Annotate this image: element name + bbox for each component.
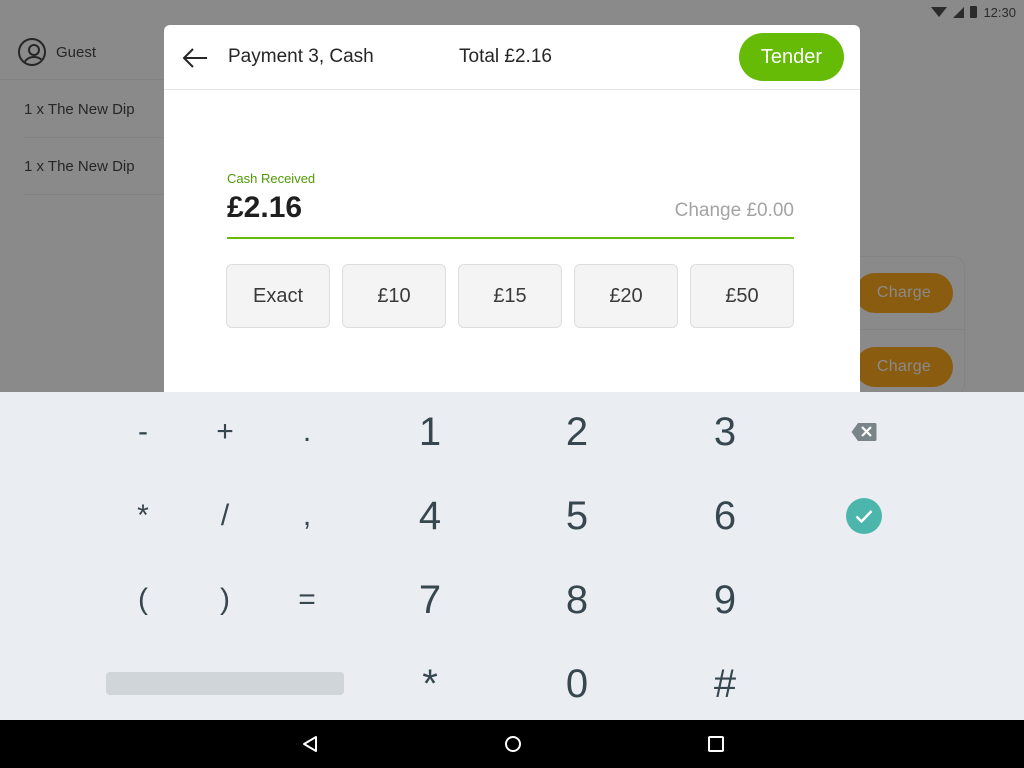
charge-button[interactable]: Charge — [855, 347, 953, 387]
payment-modal: Payment 3, Cash Total £2.16 Tender Cash … — [164, 25, 860, 392]
nav-back-button[interactable] — [298, 732, 322, 756]
key-asterisk[interactable]: * — [108, 481, 178, 551]
key-7[interactable]: 7 — [395, 565, 465, 635]
numeric-keyboard: - + . * / , ( ) = 1 2 3 4 5 6 7 8 9 * 0 … — [0, 392, 1024, 720]
cash-received-input[interactable]: £2.16 — [227, 191, 302, 225]
wifi-icon — [931, 7, 948, 17]
key-2[interactable]: 2 — [542, 397, 612, 467]
charge-button[interactable]: Charge — [855, 273, 953, 313]
nav-home-button[interactable] — [501, 732, 525, 756]
done-key[interactable] — [829, 481, 899, 551]
key-hash[interactable]: # — [690, 649, 760, 719]
check-circle-icon — [846, 498, 882, 534]
space-key[interactable] — [106, 672, 344, 695]
key-close-paren[interactable]: ) — [190, 565, 260, 635]
order-item[interactable]: 1 x The New Dip — [24, 138, 170, 195]
modal-title: Payment 3, Cash — [228, 46, 374, 67]
order-item[interactable]: 1 x The New Dip — [24, 81, 170, 138]
key-period[interactable]: . — [272, 397, 342, 467]
backspace-icon — [851, 423, 877, 441]
tender-button[interactable]: Tender — [739, 33, 844, 81]
back-button[interactable] — [180, 43, 210, 73]
key-0[interactable]: 0 — [542, 649, 612, 719]
quick-amount-20[interactable]: £20 — [574, 264, 678, 328]
battery-icon — [970, 6, 978, 18]
key-3[interactable]: 3 — [690, 397, 760, 467]
key-1[interactable]: 1 — [395, 397, 465, 467]
order-panel: Guest 1 x The New Dip 1 x The New Dip — [0, 25, 170, 392]
key-6[interactable]: 6 — [690, 481, 760, 551]
input-underline — [227, 237, 794, 239]
key-slash[interactable]: / — [190, 481, 260, 551]
key-equals[interactable]: = — [272, 565, 342, 635]
key-8[interactable]: 8 — [542, 565, 612, 635]
home-circle-icon — [505, 736, 521, 752]
guest-label: Guest — [56, 43, 97, 61]
key-minus[interactable]: - — [108, 397, 178, 467]
quick-amount-exact[interactable]: Exact — [226, 264, 330, 328]
key-comma[interactable]: , — [272, 481, 342, 551]
key-open-paren[interactable]: ( — [108, 565, 178, 635]
status-time: 12:30 — [983, 4, 1016, 20]
key-plus[interactable]: + — [190, 397, 260, 467]
key-star[interactable]: * — [395, 649, 465, 719]
key-5[interactable]: 5 — [542, 481, 612, 551]
system-nav-bar — [0, 720, 1024, 768]
quick-amount-50[interactable]: £50 — [690, 264, 794, 328]
cell-signal-icon — [953, 6, 965, 18]
arrow-left-icon — [182, 48, 207, 68]
cash-received-label: Cash Received — [227, 171, 316, 186]
back-triangle-icon — [303, 736, 317, 752]
nav-recents-button[interactable] — [704, 732, 728, 756]
backspace-key[interactable] — [829, 397, 899, 467]
key-9[interactable]: 9 — [690, 565, 760, 635]
change-amount: Change £0.00 — [674, 200, 794, 221]
recents-square-icon — [708, 736, 724, 752]
total-amount: Total £2.16 — [459, 46, 552, 67]
status-bar: 12:30 — [0, 0, 1024, 24]
key-4[interactable]: 4 — [395, 481, 465, 551]
modal-header: Payment 3, Cash Total £2.16 Tender — [164, 25, 860, 90]
quick-amount-15[interactable]: £15 — [458, 264, 562, 328]
guest-row[interactable]: Guest — [0, 25, 170, 80]
user-icon — [18, 38, 46, 66]
quick-amount-10[interactable]: £10 — [342, 264, 446, 328]
